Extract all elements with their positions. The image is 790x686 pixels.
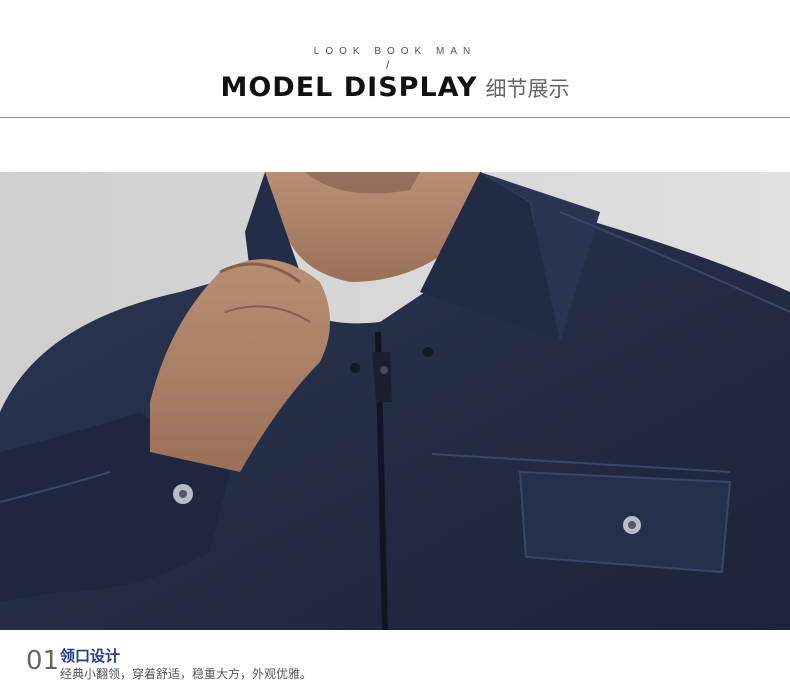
model-collar-illustration — [0, 172, 790, 630]
detail-number: 01 — [26, 646, 60, 676]
header-divider — [0, 117, 790, 118]
detail-title: 领口设计 — [60, 648, 121, 665]
title-row: MODEL DISPLAY 细节展示 — [0, 72, 790, 103]
title-english: MODEL DISPLAY — [220, 72, 478, 103]
title-chinese: 细节展示 — [485, 78, 570, 101]
divider-slash: / — [386, 58, 390, 72]
model-photo — [0, 172, 790, 630]
header: LOOK BOOK MAN / MODEL DISPLAY 细节展示 — [0, 0, 790, 118]
detail-description: 经典小翻领，穿着舒适，稳重大方，外观优雅。 — [60, 667, 313, 681]
detail-caption: 01 领口设计 经典小翻领，穿着舒适，稳重大方，外观优雅。 — [0, 630, 790, 686]
look-book-subtitle: LOOK BOOK MAN — [313, 46, 477, 57]
